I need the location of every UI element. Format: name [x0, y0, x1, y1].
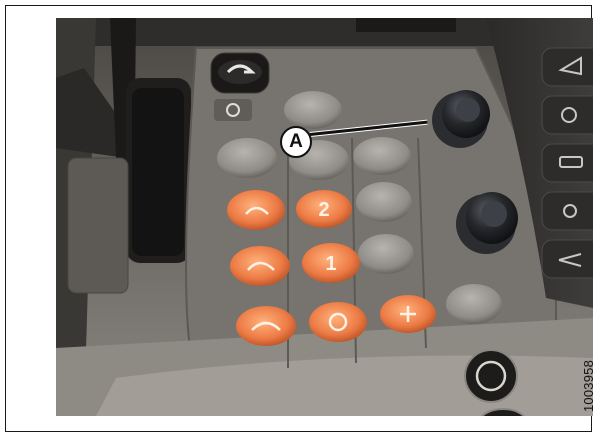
figure-frame: 2 1 A 1003958	[5, 5, 596, 432]
callout-a-label: A	[280, 126, 312, 158]
console-photo: 2 1	[56, 18, 593, 416]
figure-id: 1003958	[581, 359, 596, 412]
svg-text:1: 1	[325, 253, 336, 275]
svg-text:2: 2	[318, 199, 329, 221]
